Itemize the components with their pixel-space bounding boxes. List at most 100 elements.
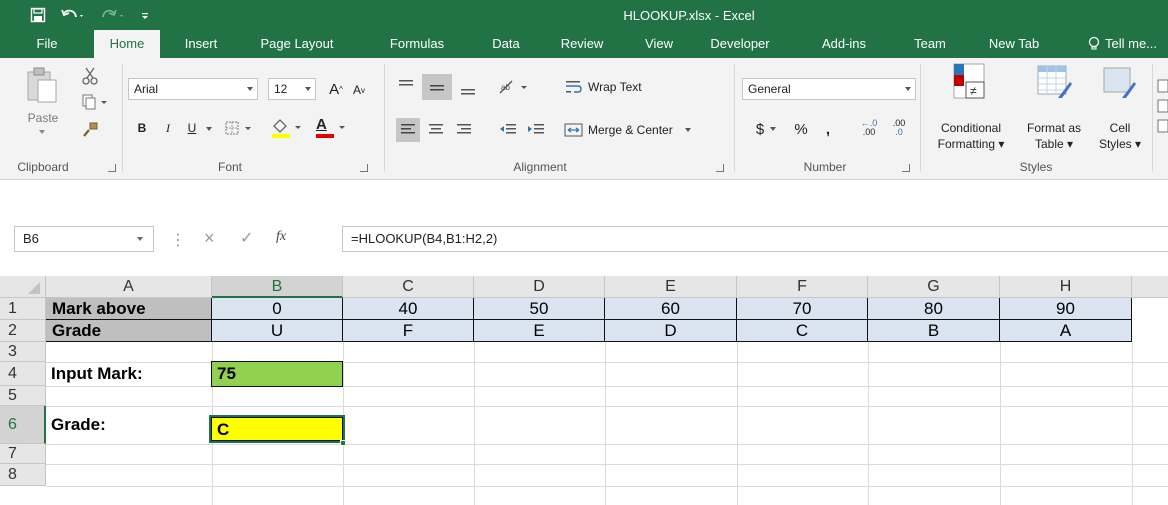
paste-button[interactable]: Paste (20, 66, 66, 142)
column-header-i[interactable] (1132, 276, 1168, 298)
formula-input[interactable]: =HLOOKUP(B4,B1:H2,2) (342, 226, 1168, 252)
insert-cells-button[interactable] (1156, 78, 1168, 138)
tab-view[interactable]: View (636, 30, 682, 58)
cell-b1[interactable]: 0 (212, 298, 343, 320)
cell-a1[interactable]: Mark above (46, 298, 212, 320)
number-launcher-icon[interactable] (902, 164, 910, 172)
cell-e2[interactable]: D (605, 320, 737, 342)
row-header-4[interactable]: 4 (0, 362, 46, 386)
column-header-f[interactable]: F (737, 276, 868, 298)
tab-home[interactable]: Home (94, 30, 160, 58)
decrease-decimal-button[interactable]: .00.0 (886, 116, 912, 140)
decrease-indent-button[interactable] (496, 118, 520, 142)
font-launcher-icon[interactable] (360, 164, 368, 172)
cell-d1[interactable]: 50 (474, 298, 605, 320)
comma-button[interactable]: , (818, 118, 838, 140)
row-header-5[interactable]: 5 (0, 386, 46, 406)
row-header-3[interactable]: 3 (0, 342, 46, 362)
insert-function-button[interactable]: fx (276, 229, 286, 245)
merge-center-button[interactable]: Merge & Center (564, 118, 734, 142)
cell-h1[interactable]: 90 (1000, 298, 1132, 320)
underline-dropdown[interactable] (204, 124, 214, 134)
font-size-dropdown[interactable]: 12 (268, 78, 316, 100)
number-format-dropdown[interactable]: General (742, 78, 916, 100)
row-header-1[interactable]: 1 (0, 298, 46, 320)
cut-button[interactable] (78, 66, 102, 86)
cell-h2[interactable]: A (1000, 320, 1132, 342)
tell-me-box[interactable]: Tell me... (1088, 30, 1168, 58)
bottom-align-button[interactable] (456, 74, 480, 100)
cell-c2[interactable]: F (343, 320, 474, 342)
increase-indent-button[interactable] (524, 118, 548, 142)
alignment-launcher-icon[interactable] (716, 164, 724, 172)
clipboard-launcher-icon[interactable] (108, 164, 116, 172)
align-left-button[interactable] (396, 118, 420, 142)
column-header-c[interactable]: C (343, 276, 474, 298)
row-header-7[interactable]: 7 (0, 444, 46, 464)
worksheet-grid[interactable]: A B C D E F G H 1 2 3 4 5 6 7 8 Mark abo… (0, 276, 1168, 505)
cell-f1[interactable]: 70 (737, 298, 868, 320)
column-header-g[interactable]: G (868, 276, 1000, 298)
row-header-6[interactable]: 6 (0, 406, 46, 444)
fill-color-button[interactable] (268, 116, 306, 140)
row-header-8[interactable]: 8 (0, 464, 46, 486)
tab-page-layout[interactable]: Page Layout (254, 30, 340, 58)
italic-button[interactable]: I (160, 118, 176, 138)
fill-handle[interactable] (340, 440, 346, 446)
conditional-formatting-button[interactable]: ≠ Conditional Formatting ▾ (926, 62, 1016, 152)
tab-file[interactable]: File (22, 30, 72, 58)
column-header-e[interactable]: E (605, 276, 737, 298)
currency-button[interactable]: $ (748, 118, 784, 140)
font-name-dropdown[interactable]: Arial (128, 78, 258, 100)
tab-formulas[interactable]: Formulas (380, 30, 454, 58)
format-painter-button[interactable] (78, 120, 102, 140)
select-all-button[interactable] (0, 276, 46, 298)
borders-button[interactable] (222, 118, 256, 138)
enter-button[interactable]: ✓ (240, 228, 253, 248)
cell-c1[interactable]: 40 (343, 298, 474, 320)
middle-align-button[interactable] (422, 74, 452, 100)
cell-styles-button[interactable]: Cell Styles ▾ (1092, 62, 1148, 152)
tab-team[interactable]: Team (906, 30, 954, 58)
cell-b4[interactable]: 75 (211, 361, 343, 387)
underline-button[interactable]: U (184, 118, 200, 138)
wrap-text-icon (566, 81, 582, 93)
cell-g2[interactable]: B (868, 320, 1000, 342)
font-color-button[interactable]: A (312, 116, 350, 140)
cell-a4[interactable]: Input Mark: (46, 362, 212, 386)
name-box[interactable]: B6 (14, 226, 154, 252)
column-header-a[interactable]: A (46, 276, 212, 298)
column-header-d[interactable]: D (474, 276, 605, 298)
format-as-table-button[interactable]: Format as Table ▾ (1016, 62, 1092, 152)
align-center-button[interactable] (424, 118, 448, 142)
tab-review[interactable]: Review (552, 30, 612, 58)
row-header-2[interactable]: 2 (0, 320, 46, 342)
tab-new-tab[interactable]: New Tab (982, 30, 1046, 58)
orientation-button[interactable]: ab (496, 74, 532, 100)
wrap-text-button[interactable]: Wrap Text (564, 74, 674, 100)
cell-e1[interactable]: 60 (605, 298, 737, 320)
cell-b6[interactable]: C (211, 417, 343, 441)
cell-a2[interactable]: Grade (46, 320, 212, 342)
cell-a6[interactable]: Grade: (46, 406, 212, 444)
cancel-button[interactable]: × (204, 228, 215, 249)
shrink-font-button[interactable]: Av (350, 80, 368, 100)
chevron-down-icon[interactable] (137, 237, 143, 241)
tab-data[interactable]: Data (484, 30, 528, 58)
bold-button[interactable]: B (134, 118, 150, 138)
column-header-b[interactable]: B (212, 276, 343, 298)
copy-button[interactable] (78, 92, 112, 112)
column-header-h[interactable]: H (1000, 276, 1132, 298)
tab-insert[interactable]: Insert (176, 30, 226, 58)
top-align-button[interactable] (394, 74, 418, 98)
increase-decimal-button[interactable]: ←.0.00 (856, 116, 882, 140)
cell-g1[interactable]: 80 (868, 298, 1000, 320)
tab-add-ins[interactable]: Add-ins (812, 30, 876, 58)
percent-button[interactable]: % (790, 118, 812, 140)
cell-d2[interactable]: E (474, 320, 605, 342)
align-right-button[interactable] (452, 118, 476, 142)
cell-f2[interactable]: C (737, 320, 868, 342)
cell-b2[interactable]: U (212, 320, 343, 342)
grow-font-button[interactable]: A ^ (326, 78, 346, 100)
tab-developer[interactable]: Developer (700, 30, 780, 58)
